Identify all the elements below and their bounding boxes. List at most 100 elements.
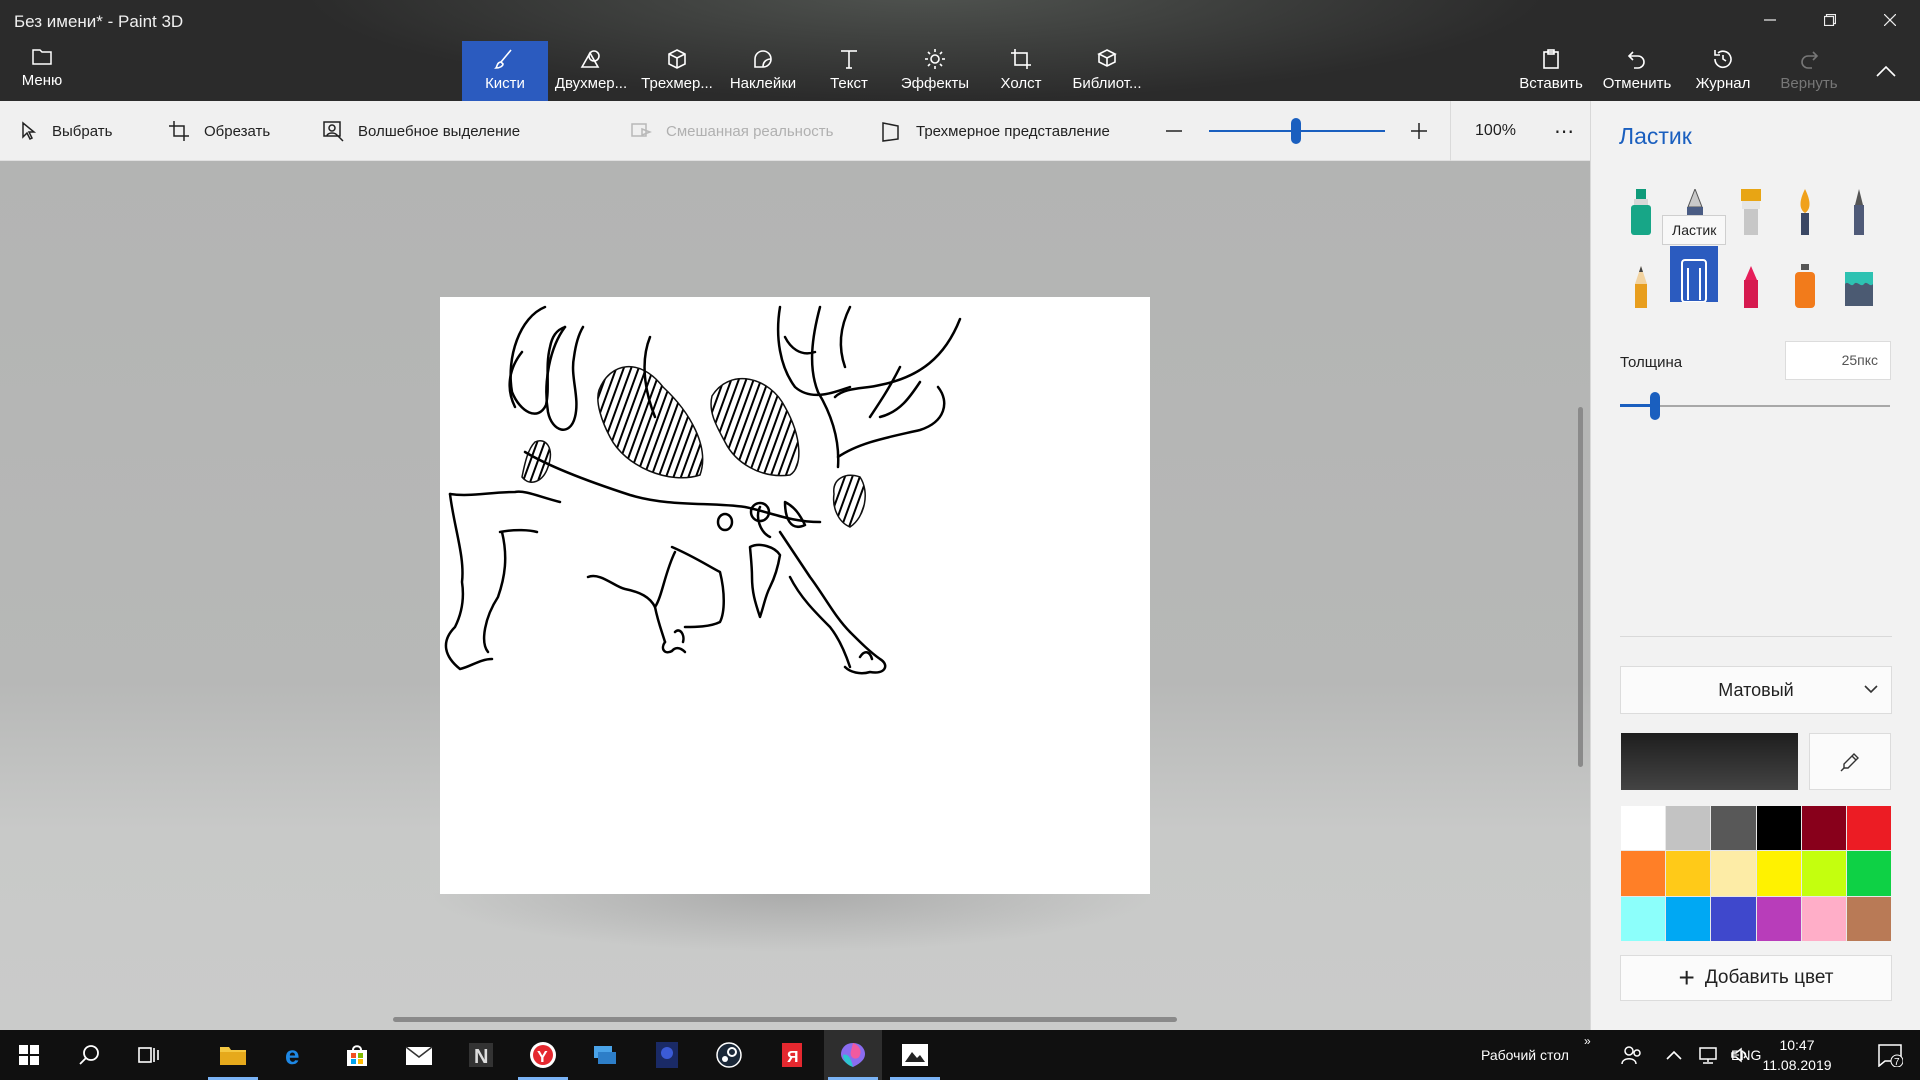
search-button[interactable] [60, 1030, 118, 1080]
palette-color-swatch[interactable] [1756, 806, 1801, 851]
horizontal-scrollbar[interactable] [393, 1017, 1177, 1022]
palette-color-swatch[interactable] [1846, 851, 1891, 896]
crayon-brush[interactable] [1727, 252, 1775, 308]
plus-icon: + [1678, 962, 1695, 993]
toolbar-expand-icon[interactable]: » [1584, 1034, 1591, 1048]
action-center-button[interactable]: 7 [1862, 1030, 1918, 1080]
taskbar-edge[interactable]: e [266, 1030, 324, 1080]
taskbar-steam[interactable] [700, 1030, 758, 1080]
current-color-swatch[interactable] [1621, 733, 1798, 790]
taskbar-yandex-browser[interactable]: Y [514, 1030, 572, 1080]
palette-color-swatch[interactable] [1801, 806, 1846, 851]
spray-can-brush[interactable] [1781, 252, 1829, 308]
tray-overflow-button[interactable] [1656, 1030, 1692, 1080]
taskbar-photos[interactable] [886, 1030, 944, 1080]
palette-color-swatch[interactable] [1621, 896, 1666, 941]
more-options-button[interactable]: ⋯ [1540, 101, 1590, 161]
pencil-brush[interactable] [1617, 252, 1665, 308]
eyedropper-button[interactable] [1809, 733, 1891, 790]
taskbar-notion[interactable]: N [452, 1030, 510, 1080]
palette-color-swatch[interactable] [1711, 851, 1756, 896]
palette-color-swatch[interactable] [1666, 806, 1711, 851]
redo-button[interactable]: Вернуть [1766, 41, 1852, 101]
taskbar-network-app[interactable] [576, 1030, 634, 1080]
taskbar-paint-3d[interactable] [824, 1030, 882, 1080]
effects-icon [925, 49, 945, 69]
palette-color-swatch[interactable] [1801, 896, 1846, 941]
palette-color-swatch[interactable] [1756, 896, 1801, 941]
history-button[interactable]: Журнал [1680, 41, 1766, 101]
tab-stickers[interactable]: Наклейки [720, 41, 806, 101]
network-app-icon [594, 1046, 616, 1064]
select-button[interactable]: Выбрать [20, 101, 112, 161]
tab-3d-shapes[interactable]: Трехмер... [634, 41, 720, 101]
palette-color-swatch[interactable] [1621, 806, 1666, 851]
tab-canvas[interactable]: Холст [978, 41, 1064, 101]
clock[interactable]: 10:47 11.08.2019 [1762, 1035, 1832, 1075]
eraser-brush-icon [1681, 259, 1707, 302]
eraser-brush[interactable] [1670, 246, 1718, 302]
tab-effects[interactable]: Эффекты [892, 41, 978, 101]
canvas-icon [1011, 49, 1031, 69]
palette-color-swatch[interactable] [1666, 851, 1711, 896]
people-button[interactable] [1612, 1030, 1652, 1080]
spray-can-brush-icon [1795, 264, 1815, 308]
taskbar-game-app[interactable] [638, 1030, 696, 1080]
taskbar-mail[interactable] [390, 1030, 448, 1080]
tab-label: Текст [830, 75, 868, 92]
crop-button[interactable]: Обрезать [168, 101, 270, 161]
palette-color-swatch[interactable] [1711, 896, 1756, 941]
svg-text:N: N [474, 1046, 488, 1068]
3d-view-button[interactable]: Трехмерное представление [880, 101, 1110, 161]
watercolor-brush-icon [1800, 189, 1810, 235]
zoom-level[interactable]: 100% [1450, 101, 1540, 161]
magic-select-button[interactable]: Волшебное выделение [322, 101, 520, 161]
desktop-toolbar-label[interactable]: Рабочий стол [1481, 1047, 1569, 1063]
add-color-button[interactable]: + Добавить цвет [1620, 955, 1892, 1001]
zoom-slider-thumb[interactable] [1291, 118, 1301, 144]
taskbar-store[interactable] [328, 1030, 386, 1080]
tab-text[interactable]: Текст [806, 41, 892, 101]
language-indicator[interactable]: ENG [1731, 1047, 1761, 1063]
palette-color-swatch[interactable] [1846, 896, 1891, 941]
tab-2d-shapes[interactable]: Двухмер... [548, 41, 634, 101]
oil-brush[interactable] [1727, 179, 1775, 235]
watercolor-brush[interactable] [1781, 179, 1829, 235]
finish-dropdown[interactable]: Матовый [1620, 666, 1892, 714]
oil-brush-icon [1741, 189, 1761, 235]
close-button[interactable] [1860, 0, 1920, 40]
task-view-button[interactable] [120, 1030, 178, 1080]
minimize-button[interactable] [1740, 0, 1800, 40]
thickness-slider-track[interactable] [1620, 405, 1890, 407]
paste-button[interactable]: Вставить [1508, 41, 1594, 101]
thickness-slider-thumb[interactable] [1650, 392, 1660, 420]
tab-label: Двухмер... [554, 75, 628, 92]
marker-brush[interactable] [1617, 179, 1665, 235]
zoom-out-button[interactable] [1164, 101, 1198, 161]
drawing-canvas[interactable] [440, 297, 1150, 894]
restore-button[interactable] [1800, 0, 1860, 40]
menu-button[interactable]: Меню [16, 46, 68, 89]
palette-color-swatch[interactable] [1666, 896, 1711, 941]
tab-label: Холст [1000, 75, 1042, 92]
collapse-toolbar-button[interactable] [1852, 41, 1920, 101]
start-button[interactable] [0, 1030, 58, 1080]
thickness-input[interactable]: 25пкс [1785, 341, 1891, 380]
network-button[interactable] [1690, 1030, 1726, 1080]
vertical-scrollbar[interactable] [1578, 407, 1583, 767]
tab-library[interactable]: Библиот... [1064, 41, 1150, 101]
pixel-pen-brush[interactable] [1835, 179, 1883, 235]
undo-button[interactable]: Отменить [1594, 41, 1680, 101]
taskbar-yandex[interactable]: Я [762, 1030, 820, 1080]
palette-color-swatch[interactable] [1801, 851, 1846, 896]
tab-brushes[interactable]: Кисти [462, 41, 548, 101]
fill-bucket[interactable] [1835, 252, 1883, 308]
taskbar-file-explorer[interactable] [204, 1030, 262, 1080]
palette-color-swatch[interactable] [1756, 851, 1801, 896]
palette-color-swatch[interactable] [1621, 851, 1666, 896]
thickness-label: Толщина [1620, 354, 1683, 371]
mixed-reality-button[interactable]: Смешанная реальность [630, 101, 833, 161]
zoom-in-button[interactable] [1409, 101, 1443, 161]
palette-color-swatch[interactable] [1846, 806, 1891, 851]
palette-color-swatch[interactable] [1711, 806, 1756, 851]
